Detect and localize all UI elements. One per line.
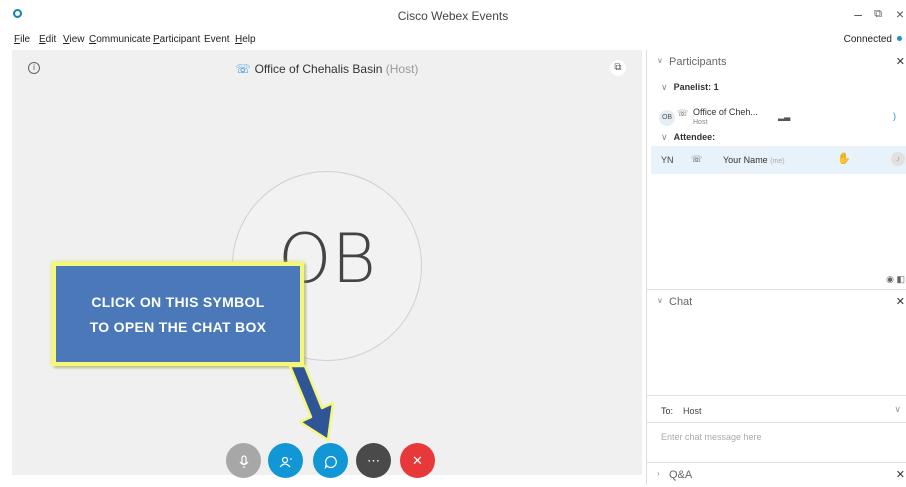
menu-participant[interactable]: Participant	[153, 34, 200, 45]
menu-view[interactable]: View	[63, 34, 85, 45]
qa-title: Q&A	[669, 469, 693, 481]
avatar: OB	[659, 110, 675, 126]
restore-icon[interactable]: ⧉	[874, 8, 882, 21]
participant-row-me[interactable]: YN ☏ Your Name (me) ✋ ♪	[651, 146, 906, 174]
close-icon[interactable]: ✕	[896, 295, 905, 308]
chevron-down-icon: ∨	[657, 56, 663, 65]
popout-icon[interactable]: ⧉	[610, 60, 626, 76]
phone-icon: ☏	[677, 108, 689, 118]
close-window-icon[interactable]: ×	[896, 6, 904, 22]
panelist-group[interactable]: ∨ Panelist: 1	[661, 82, 719, 93]
close-icon[interactable]: ✕	[896, 468, 905, 481]
callout-text: CLICK ON THIS SYMBOL TO OPEN THE CHAT BO…	[56, 290, 300, 340]
qa-header[interactable]: › Q&A ✕	[647, 463, 906, 487]
participant-row[interactable]: OB ☏ Office of Cheh... Host ▂▃ )	[655, 102, 905, 134]
raise-hand-icon[interactable]: ✋	[837, 152, 851, 165]
menu-help[interactable]: Help	[235, 34, 256, 45]
microphone-icon	[239, 454, 248, 468]
chevron-down-icon: ∨	[661, 82, 668, 92]
chevron-down-icon: ∨	[657, 296, 663, 305]
menu-event[interactable]: Event	[204, 34, 230, 45]
host-tag: (Host)	[385, 62, 419, 76]
chevron-down-icon: ∨	[661, 132, 668, 142]
panelist-group-label: Panelist: 1	[673, 82, 719, 92]
callout-line-2: TO OPEN THE CHAT BOX	[89, 319, 267, 335]
participant-name: Your Name (me)	[723, 155, 785, 165]
right-panel: ∨ Participants ✕ ∨ Panelist: 1 OB ☏ Offic…	[646, 50, 906, 485]
phone-icon: ☏	[691, 154, 703, 164]
microphone-icon[interactable]: ♪	[891, 152, 905, 166]
menu-file[interactable]: File	[14, 34, 30, 45]
chevron-down-icon[interactable]: ∨	[894, 404, 901, 415]
connection-indicator	[897, 36, 902, 41]
avatar: YN	[661, 155, 674, 165]
chat-title: Chat	[669, 296, 693, 308]
divider	[647, 395, 906, 396]
attendee-group[interactable]: ∨ Attendee:	[661, 132, 715, 143]
instruction-callout: CLICK ON THIS SYMBOL TO OPEN THE CHAT BO…	[52, 262, 304, 366]
callout-line-1: CLICK ON THIS SYMBOL	[91, 294, 265, 310]
more-options-button[interactable]: ⋯	[356, 443, 391, 478]
close-icon[interactable]: ✕	[896, 55, 905, 68]
attendee-group-label: Attendee:	[673, 132, 716, 142]
participants-title: Participants	[669, 56, 727, 68]
chevron-right-icon: ›	[657, 469, 660, 478]
minimize-icon[interactable]: –	[854, 6, 862, 22]
participant-role: Host	[693, 119, 708, 126]
host-name: Office of Chehalis Basin	[254, 62, 383, 76]
active-speaker-label: ☏ Office of Chehalis Basin (Host)	[12, 62, 642, 76]
chat-button[interactable]	[313, 443, 348, 478]
window-title: Cisco Webex Events	[397, 9, 509, 23]
mute-button[interactable]	[226, 443, 261, 478]
participant-name: Office of Cheh...	[693, 107, 758, 117]
audio-indicator-icon: )	[893, 111, 896, 121]
participants-header[interactable]: ∨ Participants ✕	[647, 50, 906, 74]
title-bar: Cisco Webex Events – ⧉ ×	[0, 0, 906, 30]
connection-status: Connected	[843, 34, 892, 45]
phone-icon: ☏	[235, 62, 251, 76]
leave-button[interactable]: ✕	[400, 443, 435, 478]
menu-bar: File Edit View Communicate Participant E…	[0, 30, 906, 50]
chat-bubble-icon	[323, 455, 337, 469]
menu-communicate[interactable]: Communicate	[89, 34, 151, 45]
chat-recipient-select[interactable]: To: Host	[661, 406, 702, 416]
divider	[647, 422, 906, 423]
person-icon	[279, 456, 292, 467]
participants-button[interactable]	[268, 443, 303, 478]
panel-tool-icons[interactable]: ◉ ◧	[886, 274, 905, 285]
chat-message-input[interactable]: Enter chat message here	[661, 432, 762, 442]
menu-edit[interactable]: Edit	[39, 34, 56, 45]
signal-bars-icon: ▂▃	[778, 112, 791, 121]
chat-header[interactable]: ∨ Chat ✕	[647, 290, 906, 314]
